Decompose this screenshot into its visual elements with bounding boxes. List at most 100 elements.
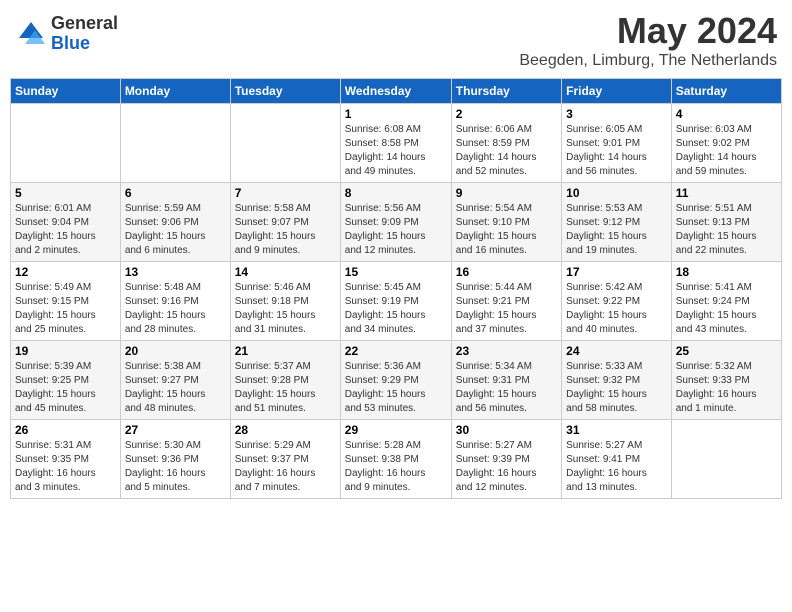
- day-number: 30: [456, 423, 557, 437]
- day-number: 7: [235, 186, 336, 200]
- day-info: Sunrise: 5:36 AMSunset: 9:29 PMDaylight:…: [345, 360, 447, 416]
- day-info: Sunrise: 5:42 AMSunset: 9:22 PMDaylight:…: [566, 281, 667, 337]
- day-info: Sunrise: 5:58 AMSunset: 9:07 PMDaylight:…: [235, 202, 336, 258]
- calendar-cell: 2Sunrise: 6:06 AMSunset: 8:59 PMDaylight…: [451, 104, 561, 183]
- day-number: 11: [676, 186, 777, 200]
- calendar-cell: 12Sunrise: 5:49 AMSunset: 9:15 PMDayligh…: [11, 262, 121, 341]
- day-info: Sunrise: 5:30 AMSunset: 9:36 PMDaylight:…: [125, 439, 226, 495]
- day-number: 28: [235, 423, 336, 437]
- day-info: Sunrise: 5:41 AMSunset: 9:24 PMDaylight:…: [676, 281, 777, 337]
- week-row-3: 19 Sunrise: 5:39 AMSunset: 9:25 PMDayligh…: [11, 341, 782, 420]
- day-number: 6: [125, 186, 226, 200]
- day-info: Sunrise: 5:51 AMSunset: 9:13 PMDaylight:…: [676, 202, 777, 258]
- calendar-cell: 7 Sunrise: 5:58 AMSunset: 9:07 PMDaylight…: [230, 183, 340, 262]
- day-info: Sunrise: 5:38 AMSunset: 9:27 PMDaylight:…: [125, 360, 226, 416]
- day-number: 8: [345, 186, 447, 200]
- logo-text: General Blue: [51, 14, 118, 54]
- weekday-header-thursday: Thursday: [451, 79, 561, 104]
- day-number: 4: [676, 107, 777, 121]
- day-info: Sunrise: 5:56 AMSunset: 9:09 PMDaylight:…: [345, 202, 447, 258]
- page-header: General Blue May 2024 Beegden, Limburg, …: [10, 10, 782, 70]
- calendar-cell: [120, 104, 230, 183]
- calendar-cell: 19 Sunrise: 5:39 AMSunset: 9:25 PMDayligh…: [11, 341, 121, 420]
- day-info: Sunrise: 5:29 AMSunset: 9:37 PMDaylight:…: [235, 439, 336, 495]
- calendar-cell: 20 Sunrise: 5:38 AMSunset: 9:27 PMDayligh…: [120, 341, 230, 420]
- weekday-header-monday: Monday: [120, 79, 230, 104]
- calendar-cell: 24Sunrise: 5:33 AMSunset: 9:32 PMDayligh…: [562, 341, 672, 420]
- day-number: 22: [345, 344, 447, 358]
- calendar-cell: 1 Sunrise: 6:08 AMSunset: 8:58 PMDaylight…: [340, 104, 451, 183]
- day-info: Sunrise: 6:08 AMSunset: 8:58 PMDaylight:…: [345, 123, 447, 179]
- day-info: Sunrise: 5:53 AMSunset: 9:12 PMDaylight:…: [566, 202, 667, 258]
- calendar-cell: 16Sunrise: 5:44 AMSunset: 9:21 PMDayligh…: [451, 262, 561, 341]
- calendar-cell: 29Sunrise: 5:28 AMSunset: 9:38 PMDayligh…: [340, 420, 451, 499]
- week-row-2: 12Sunrise: 5:49 AMSunset: 9:15 PMDayligh…: [11, 262, 782, 341]
- day-number: 1: [345, 107, 447, 121]
- calendar-cell: 17Sunrise: 5:42 AMSunset: 9:22 PMDayligh…: [562, 262, 672, 341]
- day-number: 14: [235, 265, 336, 279]
- calendar-cell: 15Sunrise: 5:45 AMSunset: 9:19 PMDayligh…: [340, 262, 451, 341]
- day-number: 24: [566, 344, 667, 358]
- title-block: May 2024 Beegden, Limburg, The Netherlan…: [519, 10, 777, 70]
- calendar-cell: 18 Sunrise: 5:41 AMSunset: 9:24 PMDayligh…: [671, 262, 781, 341]
- calendar-body: 1 Sunrise: 6:08 AMSunset: 8:58 PMDaylight…: [11, 104, 782, 499]
- day-info: Sunrise: 5:27 AMSunset: 9:39 PMDaylight:…: [456, 439, 557, 495]
- calendar-cell: 21 Sunrise: 5:37 AMSunset: 9:28 PMDayligh…: [230, 341, 340, 420]
- calendar-cell: 11 Sunrise: 5:51 AMSunset: 9:13 PMDayligh…: [671, 183, 781, 262]
- calendar-cell: 26 Sunrise: 5:31 AMSunset: 9:35 PMDayligh…: [11, 420, 121, 499]
- day-number: 5: [15, 186, 116, 200]
- weekday-header-friday: Friday: [562, 79, 672, 104]
- calendar-cell: 6 Sunrise: 5:59 AMSunset: 9:06 PMDaylight…: [120, 183, 230, 262]
- location-title: Beegden, Limburg, The Netherlands: [519, 52, 777, 70]
- day-info: Sunrise: 5:27 AMSunset: 9:41 PMDaylight:…: [566, 439, 667, 495]
- day-info: Sunrise: 5:37 AMSunset: 9:28 PMDaylight:…: [235, 360, 336, 416]
- day-number: 21: [235, 344, 336, 358]
- day-number: 2: [456, 107, 557, 121]
- day-info: Sunrise: 5:39 AMSunset: 9:25 PMDaylight:…: [15, 360, 116, 416]
- day-info: Sunrise: 5:54 AMSunset: 9:10 PMDaylight:…: [456, 202, 557, 258]
- day-info: Sunrise: 5:31 AMSunset: 9:35 PMDaylight:…: [15, 439, 116, 495]
- weekday-header-sunday: Sunday: [11, 79, 121, 104]
- day-number: 20: [125, 344, 226, 358]
- weekday-header-wednesday: Wednesday: [340, 79, 451, 104]
- weekday-header-tuesday: Tuesday: [230, 79, 340, 104]
- day-info: Sunrise: 5:32 AMSunset: 9:33 PMDaylight:…: [676, 360, 777, 416]
- day-number: 31: [566, 423, 667, 437]
- calendar-cell: 10 Sunrise: 5:53 AMSunset: 9:12 PMDayligh…: [562, 183, 672, 262]
- logo: General Blue: [15, 14, 118, 54]
- calendar-cell: 25Sunrise: 5:32 AMSunset: 9:33 PMDayligh…: [671, 341, 781, 420]
- day-info: Sunrise: 5:59 AMSunset: 9:06 PMDaylight:…: [125, 202, 226, 258]
- logo-icon: [15, 18, 47, 50]
- logo-general: General: [51, 14, 118, 34]
- day-number: 26: [15, 423, 116, 437]
- calendar-cell: 9Sunrise: 5:54 AMSunset: 9:10 PMDaylight…: [451, 183, 561, 262]
- day-number: 15: [345, 265, 447, 279]
- calendar-cell: 31 Sunrise: 5:27 AMSunset: 9:41 PMDayligh…: [562, 420, 672, 499]
- day-info: Sunrise: 6:01 AMSunset: 9:04 PMDaylight:…: [15, 202, 116, 258]
- day-number: 10: [566, 186, 667, 200]
- calendar-cell: [11, 104, 121, 183]
- week-row-0: 1 Sunrise: 6:08 AMSunset: 8:58 PMDaylight…: [11, 104, 782, 183]
- day-number: 29: [345, 423, 447, 437]
- day-info: Sunrise: 5:46 AMSunset: 9:18 PMDaylight:…: [235, 281, 336, 337]
- day-number: 27: [125, 423, 226, 437]
- logo-blue: Blue: [51, 34, 118, 54]
- day-number: 19: [15, 344, 116, 358]
- calendar-cell: [671, 420, 781, 499]
- day-number: 18: [676, 265, 777, 279]
- calendar-cell: 13Sunrise: 5:48 AMSunset: 9:16 PMDayligh…: [120, 262, 230, 341]
- day-info: Sunrise: 5:44 AMSunset: 9:21 PMDaylight:…: [456, 281, 557, 337]
- calendar-cell: 3Sunrise: 6:05 AMSunset: 9:01 PMDaylight…: [562, 104, 672, 183]
- calendar-cell: 4Sunrise: 6:03 AMSunset: 9:02 PMDaylight…: [671, 104, 781, 183]
- calendar-cell: 30 Sunrise: 5:27 AMSunset: 9:39 PMDayligh…: [451, 420, 561, 499]
- day-number: 13: [125, 265, 226, 279]
- week-row-1: 5 Sunrise: 6:01 AMSunset: 9:04 PMDaylight…: [11, 183, 782, 262]
- calendar-cell: 28 Sunrise: 5:29 AMSunset: 9:37 PMDayligh…: [230, 420, 340, 499]
- day-info: Sunrise: 5:34 AMSunset: 9:31 PMDaylight:…: [456, 360, 557, 416]
- calendar-cell: 8 Sunrise: 5:56 AMSunset: 9:09 PMDaylight…: [340, 183, 451, 262]
- day-info: Sunrise: 5:49 AMSunset: 9:15 PMDaylight:…: [15, 281, 116, 337]
- calendar-cell: 5 Sunrise: 6:01 AMSunset: 9:04 PMDaylight…: [11, 183, 121, 262]
- calendar-cell: 27 Sunrise: 5:30 AMSunset: 9:36 PMDayligh…: [120, 420, 230, 499]
- day-info: Sunrise: 6:05 AMSunset: 9:01 PMDaylight:…: [566, 123, 667, 179]
- week-row-4: 26 Sunrise: 5:31 AMSunset: 9:35 PMDayligh…: [11, 420, 782, 499]
